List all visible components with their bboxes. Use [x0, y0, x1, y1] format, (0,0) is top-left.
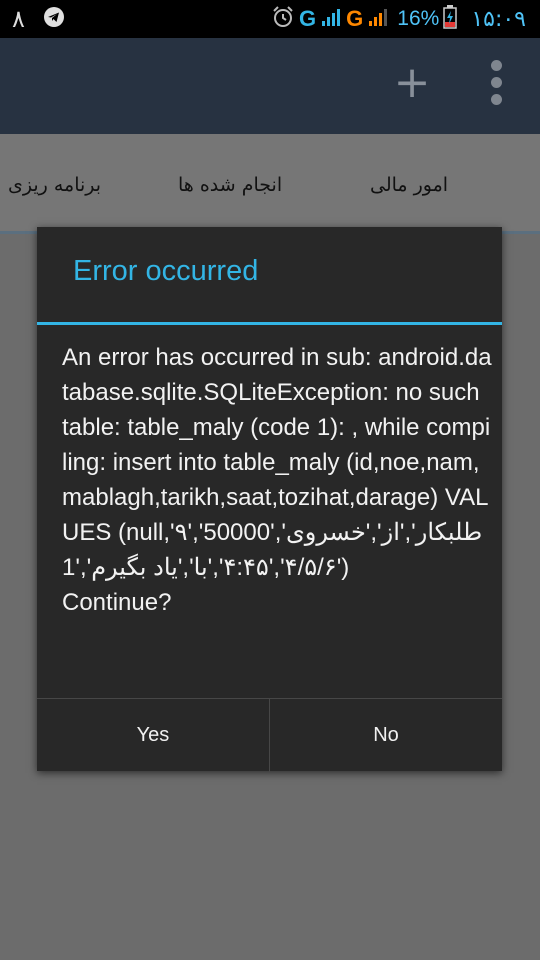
battery-percent: 16% [397, 7, 440, 30]
clock: ۱۵:۰۹ [471, 6, 526, 32]
action-bar: + [0, 38, 540, 134]
overflow-menu-icon[interactable] [484, 60, 508, 110]
dialog-title: Error occurred [73, 255, 259, 287]
dialog-button-bar: Yes No [37, 698, 502, 772]
plus-icon[interactable]: + [392, 60, 432, 106]
dialog-title-divider [37, 322, 502, 325]
telegram-icon [43, 6, 65, 32]
error-dialog: Error occurred An error has occurred in … [37, 227, 502, 772]
signal-icon-2 [367, 6, 389, 32]
battery-charging-icon [443, 5, 458, 33]
yes-button[interactable]: Yes [37, 699, 269, 772]
dialog-message: An error has occurred in sub: android.da… [62, 344, 492, 581]
dialog-question: Continue? [62, 589, 172, 616]
tab-bar: امور مالی انجام شده ها برنامه ریزی [0, 134, 540, 234]
status-bar-right: G G 16% ۱۵:۰۹ [271, 4, 526, 34]
alarm-clock-icon [271, 5, 295, 33]
tab-planning[interactable]: برنامه ریزی [8, 174, 101, 196]
dialog-message-block: An error has occurred in sub: android.da… [62, 340, 492, 620]
notification-count: ۸ [12, 5, 25, 33]
tab-done[interactable]: انجام شده ها [178, 174, 282, 196]
signal-icon-1 [320, 6, 342, 32]
network-type-1: G [299, 6, 317, 31]
network-type-2: G [346, 6, 364, 31]
status-bar-left: ۸ [12, 4, 65, 34]
no-button[interactable]: No [270, 699, 502, 772]
status-bar: ۸ G G 16% ۱۵:۰۹ [0, 0, 540, 38]
tab-finance[interactable]: امور مالی [370, 174, 448, 196]
